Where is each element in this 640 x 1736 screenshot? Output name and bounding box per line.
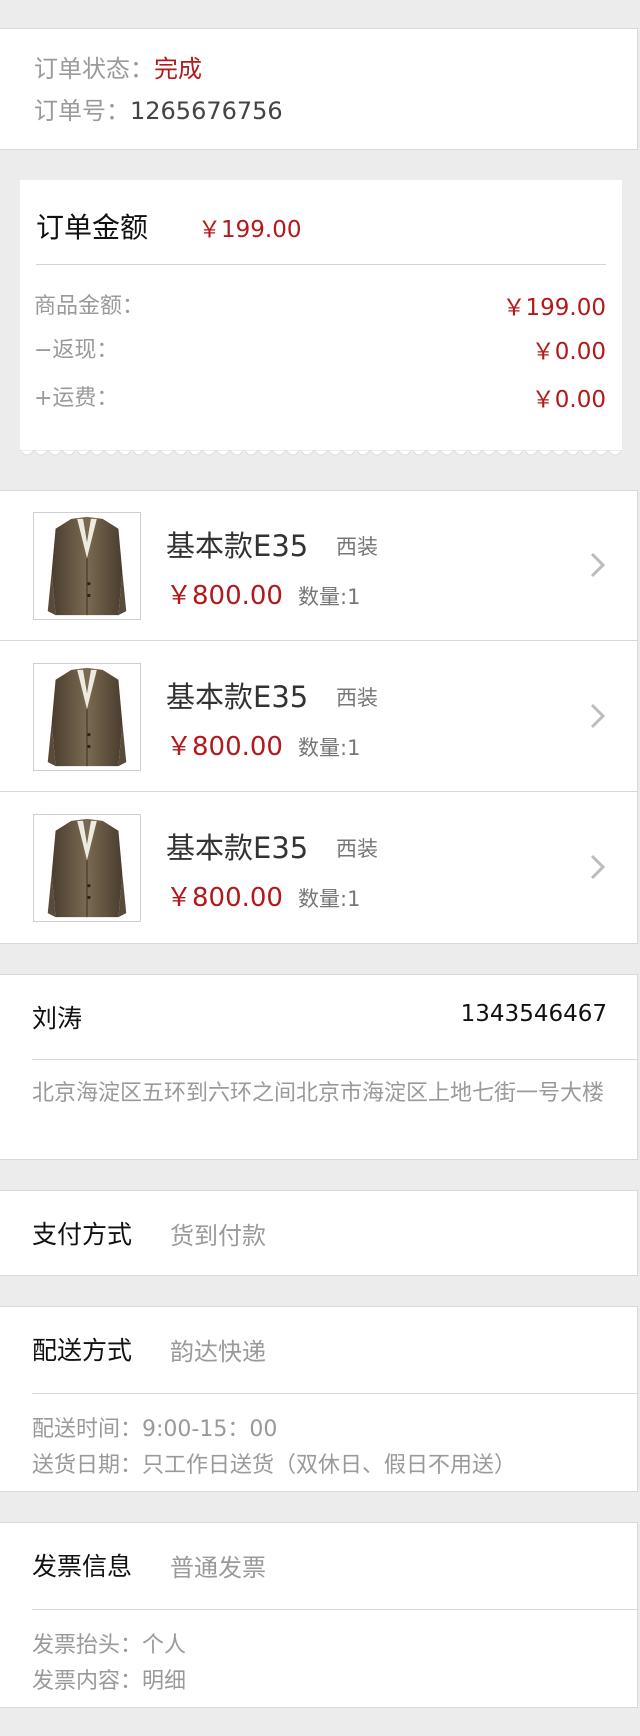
product-price: ￥800.00 [166, 581, 283, 611]
delivery-method-label: 配送方式 [32, 1336, 133, 1365]
product-category: 西装 [336, 837, 378, 861]
cashback-value: ￥0.00 [531, 339, 606, 365]
delivery-method-value: 韵达快递 [170, 1338, 266, 1366]
product-thumbnail [33, 512, 141, 620]
order-number-value: 1265676756 [130, 97, 283, 125]
divider [32, 1393, 637, 1394]
divider [32, 1609, 637, 1610]
product-price: ￥800.00 [166, 732, 283, 762]
chevron-right-icon[interactable] [587, 702, 609, 730]
payment-method-section[interactable]: 支付方式 货到付款 [0, 1190, 638, 1276]
recipient-phone: 1343546467 [460, 1001, 607, 1027]
invoice-type-value: 普通发票 [170, 1554, 266, 1582]
product-item[interactable]: 基本款E35 西装 ￥800.00 数量:1 [0, 491, 637, 641]
address-detail: 北京海淀区五环到六环之间北京市海淀区上地七街一号大楼 [32, 1081, 605, 1106]
order-amount-card: 订单金额 ￥199.00 商品金额： ￥199.00 −返现： ￥0.00 +运… [20, 180, 622, 456]
shipping-address-section[interactable]: 刘涛 1343546467 北京海淀区五环到六环之间北京市海淀区上地七街一号大楼 [0, 974, 638, 1160]
order-amount-total: ￥199.00 [198, 217, 302, 243]
shipping-fee-value: ￥0.00 [531, 387, 606, 413]
product-name: 基本款E35 [166, 680, 309, 714]
suit-jacket-image [47, 667, 127, 767]
order-status-label: 订单状态： [34, 55, 154, 83]
product-name: 基本款E35 [166, 831, 309, 865]
product-quantity: 数量:1 [298, 736, 361, 760]
chevron-right-icon[interactable] [587, 853, 609, 881]
product-quantity: 数量:1 [298, 887, 361, 911]
product-price: ￥800.00 [166, 883, 283, 913]
goods-amount-value: ￥199.00 [502, 295, 606, 321]
suit-jacket-image [47, 516, 127, 616]
delivery-date: 送货日期：只工作日送货（双休日、假日不用送） [32, 1453, 517, 1478]
product-item[interactable]: 基本款E35 西装 ￥800.00 数量:1 [0, 642, 637, 792]
order-status-value: 完成 [154, 55, 202, 83]
invoice-section[interactable]: 发票信息 普通发票 发票抬头：个人 发票内容：明细 [0, 1522, 638, 1708]
product-quantity: 数量:1 [298, 585, 361, 609]
product-thumbnail [33, 663, 141, 771]
delivery-method-section[interactable]: 配送方式 韵达快递 配送时间：9:00-15：00 送货日期：只工作日送货（双休… [0, 1306, 638, 1492]
serrated-edge [20, 450, 622, 456]
suit-jacket-image [47, 818, 127, 918]
invoice-header: 发票抬头：个人 [32, 1633, 187, 1658]
order-number-line: 订单号：1265676756 [34, 91, 283, 126]
divider [32, 1059, 637, 1060]
order-status-section: 订单状态：完成 订单号：1265676756 [0, 28, 638, 150]
shipping-fee-label: +运费： [34, 386, 119, 411]
product-category: 西装 [336, 686, 378, 710]
divider [36, 264, 606, 265]
goods-amount-label: 商品金额： [34, 294, 145, 319]
order-number-label: 订单号： [34, 97, 130, 125]
invoice-content: 发票内容：明细 [32, 1669, 187, 1694]
product-item[interactable]: 基本款E35 西装 ￥800.00 数量:1 [0, 793, 637, 943]
order-amount-title: 订单金额 [36, 211, 149, 244]
cashback-label: −返现： [34, 338, 119, 363]
invoice-label: 发票信息 [32, 1552, 133, 1581]
payment-method-value: 货到付款 [170, 1222, 266, 1250]
payment-method-label: 支付方式 [32, 1220, 133, 1249]
product-list: 基本款E35 西装 ￥800.00 数量:1 基本款E35 西装 ￥800.00… [0, 490, 638, 944]
delivery-time: 配送时间：9:00-15：00 [32, 1417, 278, 1442]
product-thumbnail [33, 814, 141, 922]
product-name: 基本款E35 [166, 529, 309, 563]
product-category: 西装 [336, 535, 378, 559]
chevron-right-icon[interactable] [587, 551, 609, 579]
order-status-line: 订单状态：完成 [34, 49, 202, 84]
recipient-name: 刘涛 [32, 1004, 83, 1033]
